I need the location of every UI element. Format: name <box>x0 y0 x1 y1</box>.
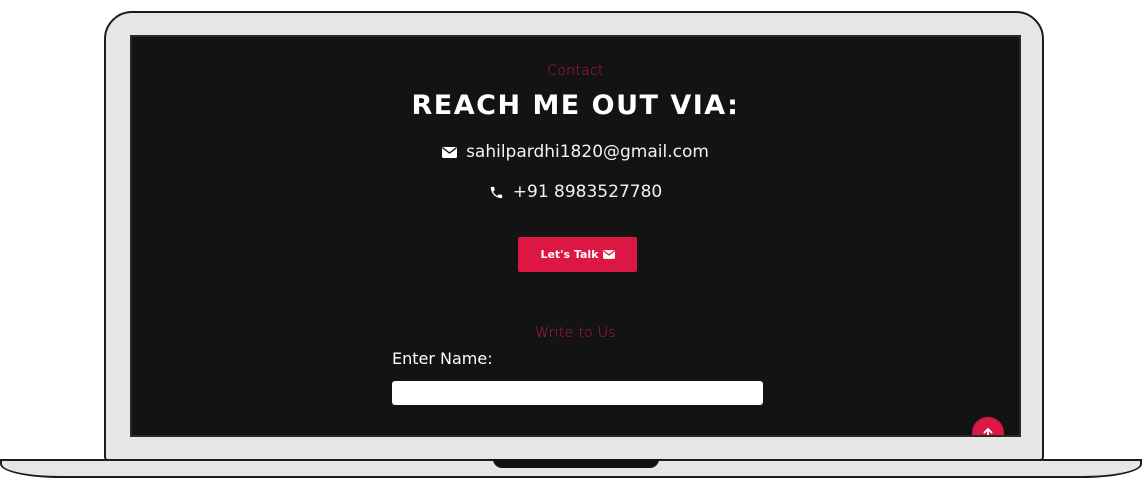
envelope-icon <box>442 146 458 158</box>
name-field-label: Enter Name: <box>392 349 493 368</box>
laptop-notch <box>493 459 659 468</box>
lets-talk-label: Let's Talk <box>540 248 599 261</box>
laptop-screen: Contact REACH ME OUT VIA: sahilpardhi182… <box>130 35 1021 437</box>
contact-heading: REACH ME OUT VIA: <box>411 90 740 121</box>
lets-talk-button[interactable]: Let's Talk <box>518 237 637 272</box>
laptop-mockup: Contact REACH ME OUT VIA: sahilpardhi182… <box>0 0 1142 479</box>
phone-icon <box>489 185 504 200</box>
email-contact[interactable]: sahilpardhi1820@gmail.com <box>132 142 1019 162</box>
contact-eyebrow: Contact <box>547 63 604 79</box>
envelope-icon <box>602 250 615 259</box>
write-eyebrow: Write to Us <box>535 325 616 341</box>
name-input[interactable] <box>392 381 763 405</box>
phone-contact[interactable]: +91 8983527780 <box>132 182 1019 202</box>
email-address: sahilpardhi1820@gmail.com <box>466 142 709 162</box>
scroll-to-top-button[interactable] <box>972 417 1004 435</box>
arrow-up-icon <box>982 427 994 435</box>
phone-number: +91 8983527780 <box>512 182 663 202</box>
